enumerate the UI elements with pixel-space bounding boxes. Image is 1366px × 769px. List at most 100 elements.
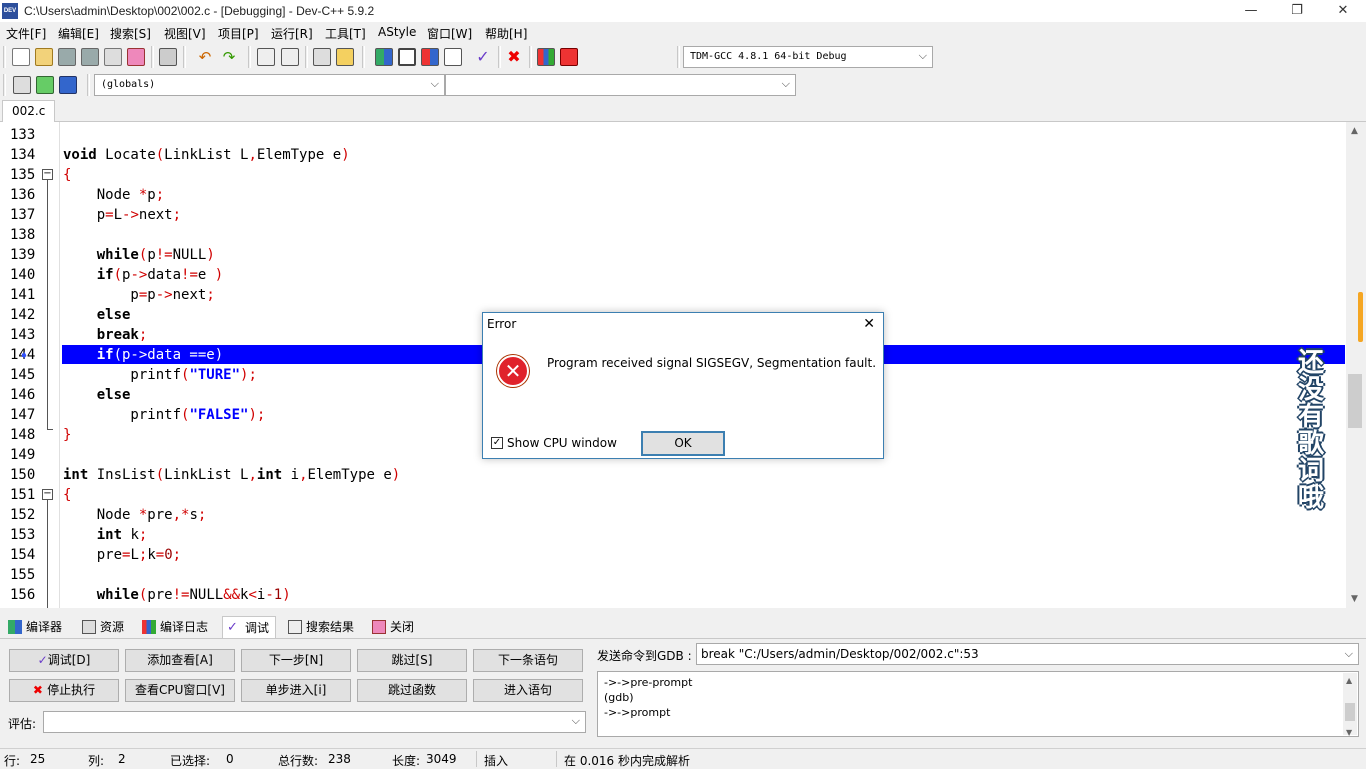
menu-project[interactable]: 项目[P] (218, 25, 259, 42)
code-line: pre=L;k=0; (63, 547, 182, 563)
tab-compiler[interactable]: 编译器 (4, 616, 62, 638)
gdb-output[interactable]: ->->pre-prompt (gdb) ->->prompt ▲ ▼ (597, 671, 1359, 737)
check-syntax-icon[interactable]: ✓ (474, 48, 492, 66)
gdb-command-input[interactable]: break "C:/Users/admin/Desktop/002/002.c"… (696, 643, 1359, 665)
scope-select[interactable]: (globals) ⌵ (94, 74, 445, 96)
line-number: 151 (10, 487, 36, 503)
line-number: 134 (10, 147, 36, 163)
next-step-button[interactable]: 下一步[N] (241, 649, 351, 672)
find-icon[interactable] (257, 48, 275, 66)
menu-run[interactable]: 运行[R] (271, 25, 313, 42)
class-toolbar: (globals) ⌵ ⌵ (0, 72, 1366, 98)
skip-function-button[interactable]: 跳过函数 (357, 679, 467, 702)
error-message: Program received signal SIGSEGV, Segment… (547, 356, 877, 370)
stop-execution-button[interactable]: ✖ 停止执行 (9, 679, 119, 702)
editor-scrollbar[interactable]: ▲ ▼ (1346, 122, 1366, 608)
skip-button[interactable]: 跳过[S] (357, 649, 467, 672)
view-cpu-button[interactable]: 查看CPU窗口[V] (125, 679, 235, 702)
menu-tools[interactable]: 工具[T] (325, 25, 366, 42)
save-all-icon[interactable] (81, 48, 99, 66)
status-col: 2 (118, 752, 126, 766)
show-cpu-label[interactable]: Show CPU window (507, 436, 617, 450)
scroll-down-icon[interactable]: ▼ (1351, 594, 1358, 604)
undo-icon[interactable]: ↶ (196, 48, 214, 66)
maximize-button[interactable]: ❐ (1274, 0, 1320, 22)
menu-astyle[interactable]: AStyle (378, 25, 416, 39)
tab-resources[interactable]: 资源 (78, 616, 124, 638)
print-icon[interactable] (159, 48, 177, 66)
minimize-button[interactable]: — (1228, 0, 1274, 22)
code-line: if(p->data!=e ) (96, 267, 224, 283)
bookmark-icon[interactable] (59, 76, 77, 94)
menu-search[interactable]: 搜索[S] (110, 25, 151, 42)
code-line-current: if(p->data ==e) (96, 347, 224, 363)
fold-guide (47, 180, 48, 430)
tab-debug[interactable]: ✓ 调试 (222, 616, 277, 638)
tab-search-results[interactable]: 搜索结果 (284, 616, 354, 638)
main-toolbar: ↶ ↷ ✓ ✖ TDM-GCC 4.8.1 64-bit Debug ⌵ (0, 42, 1366, 72)
show-cpu-checkbox[interactable]: ✓ (491, 437, 503, 449)
profile-icon[interactable] (537, 48, 555, 66)
open-file-icon[interactable] (35, 48, 53, 66)
gdb-output-scrollbar[interactable]: ▲ ▼ (1343, 673, 1357, 737)
code-line: while(p!=NULL) (96, 247, 215, 263)
step-into-button[interactable]: 单步进入[i] (241, 679, 351, 702)
status-row: 25 (30, 752, 46, 766)
search-results-icon (288, 620, 302, 634)
toolbar-separator (248, 46, 251, 68)
menu-window[interactable]: 窗口[W] (427, 25, 472, 42)
replace-icon[interactable] (281, 48, 299, 66)
gdb-command-value: break "C:/Users/admin/Desktop/002/002.c"… (701, 647, 979, 661)
evaluate-input[interactable]: ⌵ (43, 711, 586, 733)
menu-edit[interactable]: 编辑[E] (58, 25, 99, 42)
goto-line-icon[interactable] (313, 48, 331, 66)
menu-view[interactable]: 视图[V] (164, 25, 206, 42)
new-file-icon[interactable] (12, 48, 30, 66)
error-dialog: Error ✕ ✕ Program received signal SIGSEG… (482, 312, 884, 459)
redo-icon[interactable]: ↷ (220, 48, 238, 66)
code-line: } (63, 427, 72, 443)
ok-button[interactable]: OK (641, 431, 725, 456)
toolbar-separator (151, 46, 154, 68)
line-gutter: 133 134 135 136 137 138 139 140 141 142 … (0, 122, 60, 608)
toolbar-grip (677, 46, 680, 68)
run-icon[interactable] (398, 48, 416, 66)
menu-file[interactable]: 文件[F] (6, 25, 46, 42)
status-bar: 行: 25 列: 2 已选择: 0 总行数: 238 长度: 3049 插入 在… (0, 748, 1366, 768)
scroll-up-icon[interactable]: ▲ (1351, 126, 1358, 136)
fold-toggle[interactable]: − (42, 169, 53, 180)
gdb-scroll-thumb[interactable] (1345, 703, 1355, 721)
evaluate-label: 评估: (8, 717, 37, 731)
compile-run-icon[interactable] (421, 48, 439, 66)
scroll-up-icon[interactable]: ▲ (1346, 673, 1352, 688)
toggle-bookmark-icon[interactable] (336, 48, 354, 66)
delete-profile-icon[interactable] (560, 48, 578, 66)
status-length-label: 长度: (392, 754, 421, 768)
debug-button[interactable]: ✓调试[D] (9, 649, 119, 672)
stop-execution-icon[interactable]: ✖ (505, 48, 523, 66)
status-insert-mode: 插入 (484, 754, 509, 768)
compiler-select[interactable]: TDM-GCC 4.8.1 64-bit Debug ⌵ (683, 46, 933, 68)
toolbar-grip (3, 74, 6, 96)
menu-help[interactable]: 帮助[H] (485, 25, 527, 42)
tab-close[interactable]: 关闭 (368, 616, 414, 638)
tab-compile-log[interactable]: 编译日志 (138, 616, 208, 638)
close-file-icon[interactable] (104, 48, 122, 66)
compile-icon[interactable] (375, 48, 393, 66)
scroll-down-icon[interactable]: ▼ (1346, 725, 1352, 740)
close-all-icon[interactable] (127, 48, 145, 66)
rebuild-icon[interactable] (444, 48, 462, 66)
dialog-close-icon[interactable]: ✕ (863, 313, 875, 335)
save-icon[interactable] (58, 48, 76, 66)
add-watch-button[interactable]: 添加查看[A] (125, 649, 235, 672)
insert-icon[interactable] (13, 76, 31, 94)
close-window-button[interactable]: ✕ (1320, 0, 1366, 22)
member-select[interactable]: ⌵ (445, 74, 796, 96)
file-tab[interactable]: 002.c (2, 100, 56, 122)
fold-end (47, 429, 53, 430)
into-statement-button[interactable]: 进入语句 (473, 679, 583, 702)
goto-icon[interactable] (36, 76, 54, 94)
fold-toggle[interactable]: − (42, 489, 53, 500)
editor-scroll-thumb[interactable] (1348, 374, 1362, 428)
next-statement-button[interactable]: 下一条语句 (473, 649, 583, 672)
